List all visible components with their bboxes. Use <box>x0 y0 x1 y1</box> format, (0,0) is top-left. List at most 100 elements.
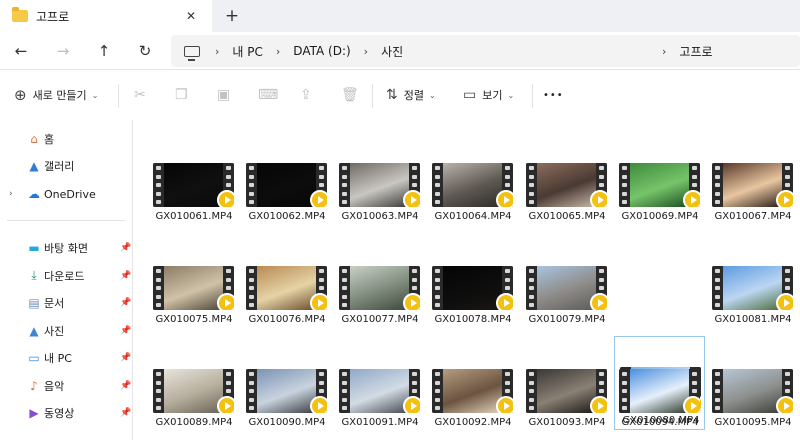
pin-icon[interactable]: 📌 <box>120 271 131 281</box>
pin-icon[interactable]: 📌 <box>120 381 131 391</box>
expand-chevron-icon[interactable]: › <box>9 189 13 199</box>
breadcrumb-gopro[interactable]: 고프로 <box>679 43 712 60</box>
sidebar-item-pc[interactable]: ▭ 내 PC 📌 <box>0 345 133 371</box>
breadcrumb-pictures[interactable]: 사진 <box>381 43 403 60</box>
file-item[interactable]: GX010093.MP4 <box>507 326 607 428</box>
file-item[interactable]: GX010064.MP4 <box>413 120 513 222</box>
sidebar-item-document[interactable]: ▤ 문서 📌 <box>0 290 133 316</box>
breadcrumb-data-drive[interactable]: DATA (D:) <box>293 44 350 58</box>
sidebar-item-gallery[interactable]: ▲ 갤러리 <box>0 153 133 179</box>
film-strip <box>246 163 257 207</box>
video-frame <box>630 369 689 413</box>
pin-icon[interactable]: 📌 <box>120 408 131 418</box>
file-item[interactable]: GX010094.MP4 <box>600 326 700 428</box>
file-item[interactable]: GX010095.MP4 <box>693 326 793 428</box>
breadcrumb-separator-icon: › <box>662 44 667 58</box>
file-grid: GX010061.MP4 GX010062.MP4 GX010063.MP4 GX01… <box>134 120 800 440</box>
tab-strip: 고프로 ✕ + <box>0 0 800 32</box>
sidebar-item-label: 동영상 <box>44 407 75 420</box>
new-tab-button[interactable]: + <box>222 5 242 27</box>
file-item[interactable]: GX010069.MP4 <box>600 120 700 222</box>
paste-button[interactable]: ▣ <box>217 83 236 107</box>
more-options-button[interactable]: ••• <box>543 83 564 107</box>
tab-title: 고프로 <box>36 9 70 24</box>
video-frame <box>537 369 596 413</box>
sidebar-item-pictures[interactable]: ▲ 사진 📌 <box>0 318 133 344</box>
up-button[interactable]: ↑ <box>91 38 117 64</box>
cut-button[interactable]: ✂ <box>134 83 152 107</box>
chevron-down-icon: ⌄ <box>507 90 515 100</box>
pictures-icon: ▲ <box>29 323 39 338</box>
video-thumbnail <box>526 163 607 207</box>
file-item[interactable]: GX010079.MP4 <box>507 223 607 325</box>
delete-button[interactable]: 🗑 <box>341 83 365 107</box>
film-strip <box>432 369 443 413</box>
copy-button[interactable]: ❐ <box>175 83 194 107</box>
tab-gopro[interactable]: 고프로 ✕ <box>0 0 212 32</box>
file-item[interactable]: GX010062.MP4 <box>227 120 327 222</box>
sort-button[interactable]: ⇅ 정렬 ⌄ <box>386 83 436 107</box>
file-name: GX010079.MP4 <box>528 314 606 325</box>
video-thumbnail <box>526 369 607 413</box>
video-thumbnail <box>619 163 700 207</box>
sidebar-item-download[interactable]: ⤓ 다운로드 📌 <box>0 263 133 289</box>
video-frame <box>164 163 223 207</box>
sidebar-item-label: 다운로드 <box>44 269 85 283</box>
share-button[interactable]: ⇪ <box>300 83 318 107</box>
file-item[interactable]: GX010091.MP4 <box>320 326 420 428</box>
sidebar-item-home[interactable]: ⌂ 홈 <box>0 126 133 152</box>
pin-icon[interactable]: 📌 <box>120 243 131 253</box>
pin-icon[interactable]: 📌 <box>120 353 131 363</box>
file-item[interactable]: GX010089.MP4 <box>134 326 234 428</box>
close-tab-icon[interactable]: ✕ <box>182 7 200 25</box>
view-icon: ▭ <box>463 87 477 103</box>
film-strip <box>526 266 537 310</box>
sidebar-item-desktop[interactable]: ▬ 바탕 화면 📌 <box>0 235 133 261</box>
file-name: GX010092.MP4 <box>434 417 512 428</box>
new-button[interactable]: ⊕ 새로 만들기 ⌄ <box>14 83 98 107</box>
film-strip <box>712 163 723 207</box>
address-bar[interactable]: › 내 PC › DATA (D:) › 사진 › 고프로 <box>171 35 800 67</box>
file-item[interactable]: GX010075.MP4 <box>134 223 234 325</box>
download-icon: ⤓ <box>31 268 37 282</box>
file-item[interactable]: GX010081.MP4 <box>693 223 793 325</box>
file-item[interactable]: GX010076.MP4 <box>227 223 327 325</box>
pin-icon[interactable]: 📌 <box>120 326 131 336</box>
file-item[interactable]: GX010077.MP4 <box>320 223 420 325</box>
rename-button[interactable]: ⌨ <box>258 83 284 107</box>
view-button[interactable]: ▭ 보기 ⌄ <box>463 83 514 107</box>
sidebar-item-cloud[interactable]: › ☁ OneDrive <box>0 181 133 207</box>
forward-button[interactable]: → <box>50 38 76 64</box>
file-item[interactable]: GX010067.MP4 <box>693 120 793 222</box>
cut-icon: ✂ <box>134 87 146 103</box>
gallery-icon: ▲ <box>29 159 39 173</box>
desktop-icon: ▬ <box>28 241 40 255</box>
file-item[interactable]: GX010092.MP4 <box>413 326 513 428</box>
video-thumbnail <box>153 369 234 413</box>
navigation-pane: ⌂ 홈 ▲ 갤러리 › ☁ OneDrive ▬ 바탕 화면 📌 ⤓ 다운로드 📌 ▤ 문서 📌 ▲ 사진 📌 ▭ 내 … <box>0 120 133 440</box>
sidebar-item-label: OneDrive <box>44 187 96 201</box>
refresh-button[interactable]: ↻ <box>132 38 158 64</box>
sidebar-item-video[interactable]: ▶ 동영상 📌 <box>0 400 133 426</box>
breadcrumb-separator-icon: › <box>363 44 369 58</box>
back-button[interactable]: ← <box>8 38 34 64</box>
file-item[interactable]: GX010078.MP4 <box>413 223 513 325</box>
file-item[interactable]: GX010065.MP4 <box>507 120 607 222</box>
copy-icon: ❐ <box>175 87 188 103</box>
file-name: GX010078.MP4 <box>434 314 512 325</box>
sort-icon: ⇅ <box>386 87 398 103</box>
video-frame <box>350 163 409 207</box>
file-item[interactable]: GX010090.MP4 <box>227 326 327 428</box>
document-icon: ▤ <box>28 296 40 310</box>
sidebar-item-music[interactable]: ♪ 음악 📌 <box>0 373 133 399</box>
video-thumbnail <box>339 369 420 413</box>
chevron-down-icon: ⌄ <box>428 90 436 100</box>
file-item[interactable]: GX010061.MP4 <box>134 120 234 222</box>
sidebar-item-label: 음악 <box>44 379 65 393</box>
pin-icon[interactable]: 📌 <box>120 298 131 308</box>
video-thumbnail <box>712 163 793 207</box>
command-bar: ⊕ 새로 만들기 ⌄ ✂ ❐ ▣ ⌨ ⇪ 🗑 ⇅ 정렬 ⌄ ▭ 보기 ⌄ ••• <box>0 76 800 114</box>
video-frame <box>257 369 316 413</box>
breadcrumb-my-pc[interactable]: 내 PC <box>232 43 262 60</box>
file-item[interactable]: GX010063.MP4 <box>320 120 420 222</box>
